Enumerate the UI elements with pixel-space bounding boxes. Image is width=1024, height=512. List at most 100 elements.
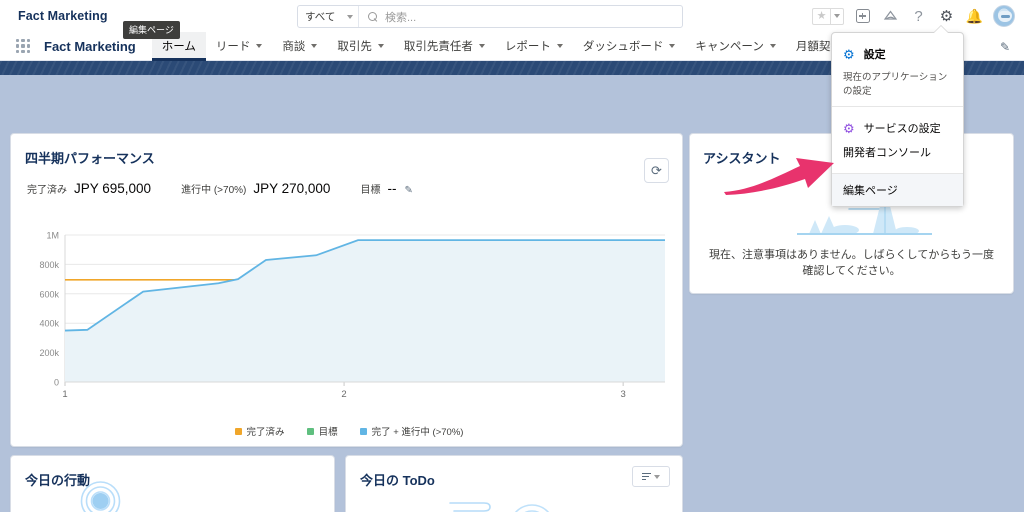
menu-item-setup[interactable]: ⚙ 設定 xyxy=(832,42,963,66)
search-scope-dropdown[interactable]: すべて xyxy=(298,6,359,27)
nav-item-contacts[interactable]: 取引先責任者 xyxy=(394,32,495,61)
nav-item-label: 取引先 xyxy=(337,41,372,53)
chevron-down-icon[interactable] xyxy=(377,44,384,48)
performance-metrics: 完了済み JPY 695,000 進行中 (>70%) JPY 270,000 … xyxy=(27,181,413,196)
search-scope-label: すべて xyxy=(305,11,336,23)
nav-item-reports[interactable]: レポート xyxy=(495,32,573,61)
chevron-down-icon[interactable] xyxy=(478,44,485,48)
search-input[interactable]: 検索... xyxy=(359,9,682,25)
favorites-group[interactable]: ★ xyxy=(812,7,844,25)
nav-item-label: 取引先責任者 xyxy=(403,41,473,53)
nav-item-label: レポート xyxy=(504,41,551,53)
todays-tasks-card: 今日の ToDo xyxy=(345,455,683,512)
nav-item-leads[interactable]: リード xyxy=(206,32,273,61)
chevron-down-icon[interactable] xyxy=(256,44,263,48)
waffle-icon[interactable] xyxy=(16,39,30,53)
nav-item-label: キャンペーン xyxy=(695,41,764,53)
svg-text:2: 2 xyxy=(341,389,346,400)
nav-item-dashboards[interactable]: ダッシュボード xyxy=(573,32,686,61)
quarterly-performance-card: 四半期パフォーマンス ⟳ 完了済み JPY 695,000 進行中 (>70%)… xyxy=(10,133,683,447)
menu-item-label: 開発者コンソール xyxy=(843,147,931,159)
nav-item-label: 商談 xyxy=(282,41,306,53)
legend-label: 完了済み xyxy=(246,427,285,438)
metric-label-open: 進行中 (>70%) xyxy=(181,185,247,196)
menu-item-label: 編集ページ xyxy=(843,185,898,197)
sort-button[interactable] xyxy=(632,466,670,487)
desert-construction-illustration xyxy=(384,485,644,512)
sort-icon xyxy=(642,472,651,481)
nav-item-campaigns[interactable]: キャンペーン xyxy=(685,32,785,61)
svg-text:0: 0 xyxy=(54,378,59,388)
avatar[interactable] xyxy=(993,5,1015,27)
search-icon xyxy=(368,11,378,22)
setup-dropdown-menu: ⚙ 設定 現在のアプリケーションの設定 ⚙ サービスの設定 開発者コンソール 編… xyxy=(831,32,964,207)
nav-item-list: ホーム リード 商談 取引先 取引先責任者 レポート ダッシュボード キャンペー… xyxy=(151,31,907,61)
legend-label: 目標 xyxy=(318,427,338,438)
chart-canvas: 0 200k 400k 600k 800k 1M 1 2 3 xyxy=(39,231,665,400)
metric-label-closed: 完了済み xyxy=(27,185,67,196)
service-section: ⚙ サービスの設定 開発者コンソール xyxy=(832,106,963,173)
svg-text:1M: 1M xyxy=(46,231,59,241)
edit-page-section: 編集ページ xyxy=(832,173,963,206)
menu-item-setup-subtitle: 現在のアプリケーションの設定 xyxy=(843,72,948,97)
nav-item-label: ホーム xyxy=(161,41,196,53)
app-name[interactable]: Fact Marketing xyxy=(44,39,136,54)
todays-events-card: 今日の行動 xyxy=(10,455,335,512)
menu-item-service-setup[interactable]: ⚙ サービスの設定 xyxy=(832,116,963,140)
chevron-down-icon xyxy=(347,14,353,19)
menu-item-label: サービスの設定 xyxy=(863,123,941,135)
metric-value-goal: -- xyxy=(387,181,397,196)
cloud-icon[interactable] xyxy=(881,7,900,26)
legend-swatch xyxy=(359,427,367,435)
svg-text:800k: 800k xyxy=(39,260,59,270)
nav-item-label: リード xyxy=(215,41,251,53)
svg-text:400k: 400k xyxy=(39,319,59,329)
org-title: Fact Marketing xyxy=(18,9,108,23)
metric-value-open: JPY 270,000 xyxy=(253,181,331,196)
question-mark-icon[interactable]: ? xyxy=(909,7,928,26)
nav-item-accounts[interactable]: 取引先 xyxy=(327,32,394,61)
chevron-down-icon[interactable] xyxy=(311,44,318,48)
star-icon[interactable]: ★ xyxy=(812,7,831,25)
menu-item-developer-console[interactable]: 開発者コンソール xyxy=(832,140,963,164)
svg-text:200k: 200k xyxy=(39,348,59,358)
gear-icon: ⚙ xyxy=(843,120,855,136)
legend-swatch xyxy=(234,427,242,435)
pink-arrow-pointer xyxy=(722,150,842,201)
metric-value-closed: JPY 695,000 xyxy=(74,181,152,196)
gear-icon[interactable]: ⚙ xyxy=(937,7,956,26)
nav-item-label: ダッシュボード xyxy=(582,41,664,53)
chevron-down-icon[interactable] xyxy=(556,44,563,48)
pencil-icon[interactable]: ✎ xyxy=(1000,40,1010,54)
legend-item-goal: 目標 xyxy=(306,424,338,438)
legend-label: 完了 + 進行中 (>70%) xyxy=(371,427,464,438)
gear-icon: ⚙ xyxy=(843,46,855,62)
assistant-message: 現在、注意事項はありません。しばらくしてからもう一度確認してください。 xyxy=(708,249,994,278)
legend-item-closed: 完了済み xyxy=(234,424,285,438)
legend-item-closed-open: 完了 + 進行中 (>70%) xyxy=(359,424,464,438)
bell-icon[interactable]: 🔔 xyxy=(965,7,984,26)
chevron-down-icon[interactable] xyxy=(669,44,676,48)
chevron-down-icon[interactable] xyxy=(831,7,844,25)
header-icon-bar: ★ ? ⚙ 🔔 xyxy=(812,0,1015,32)
salesforce-home-page: Fact Marketing すべて 検索... ★ ? ⚙ 🔔 編集ページ F… xyxy=(0,0,1024,512)
metric-label-goal: 目標 xyxy=(360,185,381,196)
nav-item-opportunities[interactable]: 商談 xyxy=(272,32,327,61)
svg-text:3: 3 xyxy=(620,389,625,400)
pencil-icon[interactable]: ✎ xyxy=(404,185,412,196)
performance-chart: 0 200k 400k 600k 800k 1M 1 2 3 xyxy=(25,229,673,404)
svg-text:600k: 600k xyxy=(39,289,59,299)
plus-square-icon[interactable] xyxy=(853,7,872,26)
svg-text:1: 1 xyxy=(62,389,67,400)
page-title: 四半期パフォーマンス xyxy=(25,151,155,166)
chart-legend: 完了済み 目標 完了 + 進行中 (>70%) xyxy=(25,424,673,438)
nav-tooltip: 編集ページ xyxy=(123,21,180,39)
refresh-icon[interactable]: ⟳ xyxy=(644,158,669,183)
menu-item-edit-page[interactable]: 編集ページ xyxy=(832,174,963,206)
global-search[interactable]: すべて 検索... xyxy=(297,5,683,28)
search-placeholder: 検索... xyxy=(385,11,417,24)
cloud-glyph xyxy=(883,9,898,20)
legend-swatch xyxy=(306,427,314,435)
chevron-down-icon xyxy=(654,474,660,479)
chevron-down-icon[interactable] xyxy=(769,44,776,48)
